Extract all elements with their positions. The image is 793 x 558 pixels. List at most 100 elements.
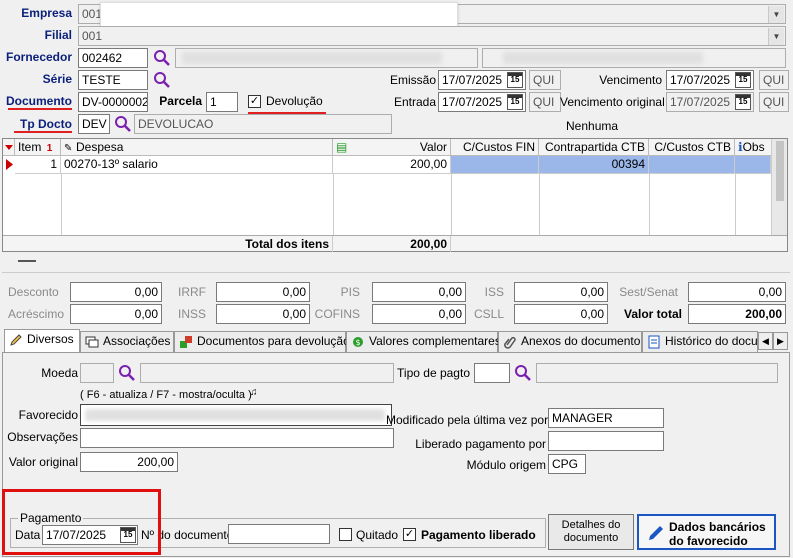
quitado-checkbox[interactable] bbox=[339, 528, 352, 541]
search-icon[interactable] bbox=[114, 115, 132, 133]
devolucao-label: Devolução bbox=[266, 94, 323, 108]
observacoes-input[interactable] bbox=[80, 428, 394, 448]
grid-scrollbar[interactable] bbox=[771, 139, 787, 235]
col-header-contrapartida[interactable]: Contrapartida CTB bbox=[539, 139, 649, 156]
col-header-obs[interactable]: ℹObs bbox=[735, 139, 775, 156]
tab-scroll-left[interactable]: ◀ bbox=[758, 332, 773, 350]
inss-input[interactable]: 0,00 bbox=[216, 304, 310, 324]
calendar-icon[interactable]: 15 bbox=[735, 94, 751, 110]
col-divider bbox=[451, 173, 452, 235]
cell-despesa[interactable]: 00270-13º salario bbox=[61, 156, 333, 173]
filial-select[interactable]: 001 ▼ bbox=[78, 26, 786, 46]
sest-label: Sest/Senat bbox=[619, 285, 678, 299]
serie-input[interactable]: TESTE bbox=[78, 70, 148, 90]
calendar-icon[interactable]: 15 bbox=[507, 94, 523, 110]
calendar-icon[interactable]: 15 bbox=[735, 72, 751, 88]
edit-icon bbox=[647, 524, 665, 546]
fornecedor-code-input[interactable]: 002462 bbox=[78, 48, 148, 68]
moeda-label: Moeda bbox=[41, 366, 78, 380]
valor-original-input[interactable]: 200,00 bbox=[80, 452, 178, 472]
calendar-icon[interactable]: 15 bbox=[507, 72, 523, 88]
moeda-desc bbox=[140, 363, 394, 383]
serie-label: Série bbox=[42, 72, 72, 86]
cofins-label: COFINS bbox=[314, 307, 360, 321]
row-divider bbox=[15, 173, 771, 174]
modificado-field: MANAGER bbox=[548, 408, 664, 428]
entrada-label: Entrada bbox=[393, 95, 436, 109]
splitter-handle[interactable] bbox=[18, 260, 36, 262]
tab-docs-devolucao[interactable]: Documentos para devolução bbox=[174, 331, 350, 352]
pencil-icon bbox=[9, 333, 23, 347]
desconto-label: Desconto bbox=[8, 285, 59, 299]
irrf-input[interactable]: 0,00 bbox=[216, 282, 310, 302]
paperclip-icon bbox=[503, 335, 517, 349]
svg-text:$: $ bbox=[355, 338, 360, 347]
col-divider bbox=[333, 173, 334, 235]
filial-label: Filial bbox=[44, 28, 72, 42]
tipo-pagto-input[interactable] bbox=[474, 363, 510, 383]
redacted-fornecedor-doc bbox=[503, 52, 703, 64]
tab-historico[interactable]: Histórico do docum bbox=[642, 331, 758, 352]
search-icon[interactable] bbox=[153, 49, 171, 67]
cofins-input[interactable]: 0,00 bbox=[372, 304, 466, 324]
cell-obs[interactable] bbox=[735, 156, 771, 173]
tpdocto-label: Tp Docto bbox=[20, 117, 72, 131]
parcela-label: Parcela bbox=[159, 94, 202, 108]
col-header-ccctb[interactable]: C/Custos CTB bbox=[649, 139, 735, 156]
iss-input[interactable]: 0,00 bbox=[514, 282, 608, 302]
sest-input[interactable]: 0,00 bbox=[688, 282, 786, 302]
col-divider bbox=[539, 173, 540, 235]
nro-documento-input[interactable] bbox=[228, 524, 330, 544]
tpdocto-desc: DEVOLUCAO bbox=[134, 114, 392, 134]
col-divider bbox=[61, 173, 62, 235]
acrescimo-input[interactable]: 0,00 bbox=[70, 304, 162, 324]
cell-valor[interactable]: 200,00 bbox=[333, 156, 451, 173]
detalhes-documento-button[interactable]: Detalhes do documento bbox=[548, 514, 634, 550]
moeda-input[interactable] bbox=[80, 363, 114, 383]
iss-label: ISS bbox=[484, 285, 504, 299]
hint-text: ( F6 - atualiza / F7 - mostra/oculta ) bbox=[80, 389, 252, 401]
parcela-input[interactable]: 1 bbox=[206, 92, 238, 112]
modulo-origem-label: Módulo origem bbox=[466, 458, 546, 472]
desconto-input[interactable]: 0,00 bbox=[70, 282, 162, 302]
col-header-item[interactable]: Item 1 bbox=[15, 139, 61, 156]
dados-bancarios-button[interactable]: Dados bancários do favorecido bbox=[637, 514, 776, 550]
cell-item[interactable]: 1 bbox=[15, 156, 61, 173]
irrf-label: IRRF bbox=[178, 285, 206, 299]
search-icon[interactable] bbox=[118, 364, 136, 382]
scrollbar-thumb[interactable] bbox=[776, 141, 784, 201]
tab-diversos[interactable]: Diversos bbox=[4, 329, 80, 353]
col-header-despesa[interactable]: ✎ Despesa bbox=[61, 139, 333, 156]
chevron-down-icon[interactable]: ▼ bbox=[768, 28, 784, 45]
redacted-favorecido bbox=[85, 409, 385, 421]
favorecido-input[interactable] bbox=[80, 404, 392, 426]
cell-contrapartida[interactable]: 00394 bbox=[539, 156, 649, 173]
valor-original-label: Valor original bbox=[8, 455, 78, 469]
items-grid[interactable]: Item 1 ✎ Despesa ▤ Valor C/Custos FIN Cont… bbox=[2, 138, 788, 252]
cell-ccfin[interactable] bbox=[451, 156, 539, 173]
modulo-origem-field: CPG bbox=[548, 454, 586, 474]
search-icon[interactable] bbox=[514, 364, 532, 382]
search-icon[interactable] bbox=[153, 71, 171, 89]
tab-valores-complementares[interactable]: $ Valores complementares bbox=[346, 331, 501, 352]
document-icon bbox=[647, 335, 661, 349]
highlight-box bbox=[2, 489, 161, 555]
col-header-ccfin[interactable]: C/Custos FIN bbox=[451, 139, 539, 156]
pis-input[interactable]: 0,00 bbox=[372, 282, 466, 302]
tab-anexos[interactable]: Anexos do documento bbox=[498, 331, 642, 352]
tpdocto-input[interactable]: DEV bbox=[78, 114, 110, 134]
tab-associacoes[interactable]: Associações bbox=[80, 331, 174, 352]
col-header-valor[interactable]: ▤ Valor bbox=[333, 139, 451, 156]
tab-scroll-right[interactable]: ▶ bbox=[773, 332, 788, 350]
pagamento-liberado-checkbox[interactable]: ✓ bbox=[403, 528, 416, 541]
cell-ccctb[interactable] bbox=[649, 156, 735, 173]
documento-input[interactable]: DV-0000002 bbox=[78, 92, 148, 112]
sort-indicator: 1 bbox=[46, 143, 53, 154]
row-indicator-header bbox=[3, 139, 15, 156]
csll-input[interactable]: 0,00 bbox=[514, 304, 608, 324]
entrada-day: QUI bbox=[529, 92, 561, 112]
favorecido-label: Favorecido bbox=[18, 408, 78, 422]
filial-value: 001 bbox=[82, 29, 103, 43]
chevron-down-icon[interactable]: ▼ bbox=[768, 6, 784, 23]
devolucao-checkbox[interactable]: ✓ bbox=[248, 95, 261, 108]
